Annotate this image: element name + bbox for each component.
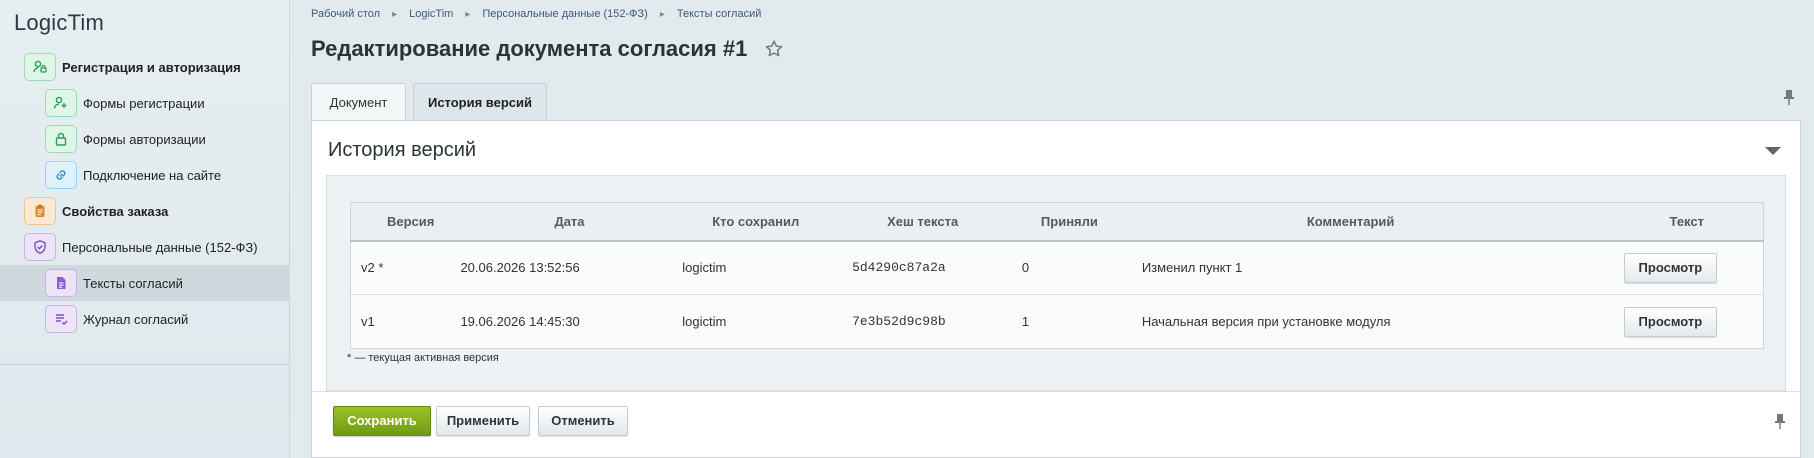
sidebar-item-registration-forms[interactable]: Формы регистрации — [0, 85, 290, 121]
sidebar-item-label: Персональные данные (152-ФЗ) — [62, 239, 258, 255]
sidebar-item-label: Формы авторизации — [83, 131, 206, 147]
cell-comment: Изменил пункт 1 — [1141, 260, 1243, 276]
chevron-right-icon: ▸ — [465, 8, 471, 20]
column-header-comment[interactable]: Комментарий — [1141, 202, 1542, 242]
breadcrumb-item[interactable]: LogicTim — [409, 8, 453, 20]
sidebar-item-label: Формы регистрации — [83, 95, 205, 111]
sidebar: LogicTim Регистрация и авторизация Формы… — [0, 0, 290, 458]
sidebar-item-label: Тексты согласий — [83, 275, 183, 291]
tab-document[interactable]: Документ — [311, 83, 406, 121]
apply-button[interactable]: Применить — [436, 406, 530, 436]
breadcrumb-item[interactable]: Рабочий стол — [311, 8, 380, 20]
tabs-bar: Документ История версий — [311, 78, 1801, 121]
brand-logo[interactable]: LogicTim — [14, 10, 104, 36]
journal-list-icon — [45, 305, 77, 333]
sidebar-item-personal-data[interactable]: Персональные данные (152-ФЗ) — [0, 229, 290, 265]
cell-accepted: 1 — [1021, 294, 1142, 349]
cell-version: v1 — [350, 294, 461, 349]
column-header-text: Текст — [1541, 202, 1764, 242]
sidebar-item-order-properties[interactable]: Свойства заказа — [0, 193, 290, 229]
view-button[interactable]: Просмотр — [1623, 252, 1718, 283]
column-header-hash[interactable]: Хеш текста — [852, 202, 1022, 242]
chevron-right-icon: ▸ — [392, 8, 398, 20]
table-row: v1 19.06.2026 14:45:30 logictim 7e3b52d9… — [350, 294, 1764, 349]
clipboard-icon — [24, 197, 56, 225]
cell-saved-by: logictim — [682, 294, 853, 349]
shield-check-icon — [24, 233, 56, 261]
user-plus-icon — [45, 89, 77, 117]
versions-container: Версия Дата Кто сохранил Хеш текста Прин… — [326, 175, 1786, 391]
pin-icon[interactable] — [1772, 412, 1788, 430]
sidebar-item-label: Свойства заказа — [62, 203, 169, 219]
cell-saved-by: logictim — [682, 260, 727, 276]
column-header-version[interactable]: Версия — [350, 202, 461, 242]
cell-version: v2 * — [361, 260, 384, 276]
sidebar-item-label: Журнал согласий — [83, 311, 189, 327]
cell-hash: 7e3b52d9c98b — [852, 294, 1022, 349]
breadcrumb: Рабочий стол ▸ LogicTim ▸ Персональные д… — [311, 8, 761, 20]
sidebar-item-consent-journal[interactable]: Журнал согласий — [0, 301, 290, 337]
section-title: История версий — [328, 139, 477, 161]
collapse-triangle-icon[interactable] — [1764, 145, 1782, 157]
column-header-saved-by[interactable]: Кто сохранил — [682, 202, 853, 242]
chevron-right-icon: ▸ — [659, 8, 665, 20]
column-header-date[interactable]: Дата — [460, 202, 683, 242]
cell-action: Просмотр — [1541, 294, 1764, 349]
sidebar-item-label: Подключение на сайте — [83, 167, 222, 183]
sidebar-item-label: Регистрация и авторизация — [62, 59, 241, 75]
cell-date: 19.06.2026 14:45:30 — [460, 294, 683, 349]
view-button[interactable]: Просмотр — [1623, 306, 1718, 337]
cell-accepted: 0 — [1021, 260, 1030, 276]
version-history-panel: История версий Версия Дата Кто сохранил … — [311, 120, 1801, 458]
sidebar-divider — [0, 364, 290, 365]
sidebar-item-site-connection[interactable]: Подключение на сайте — [0, 157, 290, 193]
form-footer: Сохранить Применить Отменить — [312, 391, 1800, 458]
cell-comment: Начальная версия при установке модуля — [1141, 294, 1542, 349]
document-icon — [45, 269, 77, 297]
table-row: v2 * 20.06.2026 13:52:56 logictim 5d4290… — [350, 240, 1764, 295]
breadcrumb-item[interactable]: Персональные данные (152-ФЗ) — [482, 8, 648, 20]
sidebar-item-consent-texts[interactable]: Тексты согласий — [0, 265, 290, 301]
cell-date: 20.06.2026 13:52:56 — [460, 260, 580, 276]
column-header-accepted[interactable]: Приняли — [1021, 202, 1142, 242]
breadcrumb-item[interactable]: Тексты согласий — [677, 8, 762, 20]
active-version-note: * — текущая активная версия — [347, 352, 499, 364]
versions-table: Версия Дата Кто сохранил Хеш текста Прин… — [350, 202, 1764, 349]
sidebar-item-auth-forms[interactable]: Формы авторизации — [0, 121, 290, 157]
star-icon[interactable] — [763, 38, 785, 60]
table-header-row: Версия Дата Кто сохранил Хеш текста Прин… — [350, 202, 1764, 242]
lock-icon — [45, 125, 77, 153]
sidebar-item-registration-auth[interactable]: Регистрация и авторизация — [0, 49, 290, 85]
link-icon — [45, 161, 77, 189]
cell-action: Просмотр — [1542, 241, 1764, 295]
user-key-icon — [24, 53, 56, 81]
cancel-button[interactable]: Отменить — [538, 406, 628, 436]
tab-version-history[interactable]: История версий — [413, 83, 547, 121]
page-title: Редактирование документа согласия #1 — [311, 36, 748, 61]
cell-hash: 5d4290c87a2a — [852, 260, 946, 276]
save-button[interactable]: Сохранить — [333, 406, 431, 436]
pin-icon[interactable] — [1781, 88, 1797, 106]
